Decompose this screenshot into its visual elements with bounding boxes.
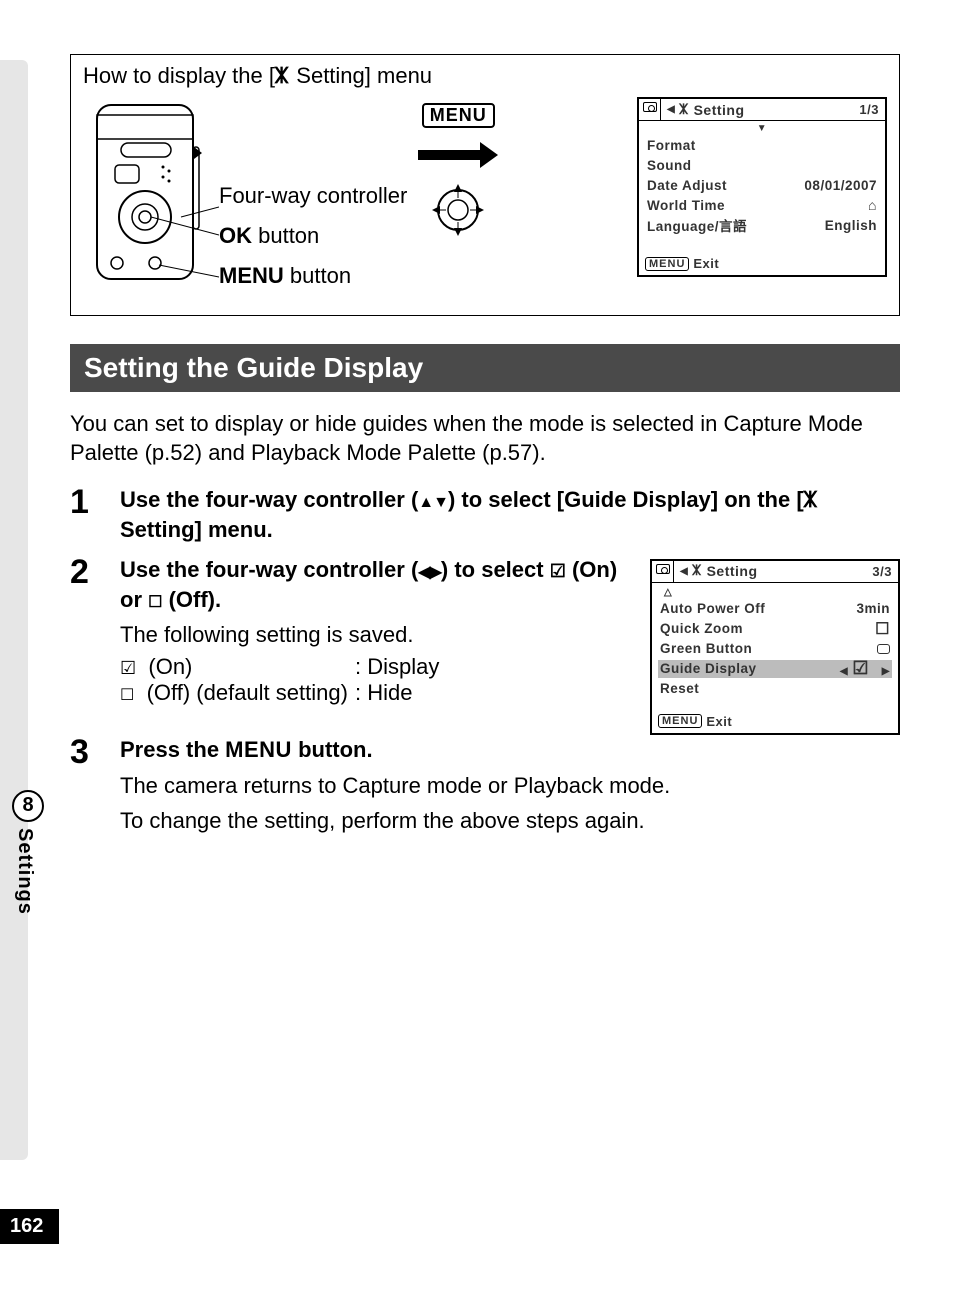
arrow-stack: MENU — [413, 103, 503, 245]
chevron-down-icon — [647, 123, 877, 134]
home-icon: ⌂ — [868, 197, 877, 213]
footer-exit: Exit — [693, 256, 719, 271]
menu-item: Green Button — [660, 641, 752, 656]
triangle-left-icon: ◀ — [667, 104, 675, 115]
step-2: 2 Use the four-way controller (◀▶) to se… — [70, 555, 630, 706]
tab-label: Setting — [694, 102, 745, 118]
intro-text: You can set to display or hide guides wh… — [70, 410, 900, 467]
menu-screen-2: ◀ 𐊌 Setting 3/3 △ Auto Power Off 3min Qui… — [650, 559, 900, 735]
camera-tab-icon — [656, 564, 670, 574]
menu-label: MENU — [422, 103, 495, 128]
checkbox-off-icon: ☐ — [120, 687, 134, 704]
side-strip — [0, 60, 28, 1160]
menu-item: Date Adjust — [647, 178, 727, 193]
tools-icon: 𐊌 — [692, 563, 702, 579]
checkbox-on-icon: ☑ — [852, 658, 869, 678]
chapter-badge: 8 — [12, 790, 44, 822]
step-number: 3 — [70, 735, 100, 836]
callout-menu: MENU button — [219, 263, 407, 289]
step-3: 3 Press the MENU button. The camera retu… — [70, 735, 900, 836]
footer-exit: Exit — [706, 714, 732, 729]
chevron-up-icon: △ — [660, 587, 890, 598]
step-subtext: To change the setting, perform the above… — [120, 806, 900, 836]
menu-item: Auto Power Off — [660, 601, 765, 616]
menu-value: 08/01/2007 — [804, 178, 877, 193]
checkbox-off-icon: ☐ — [875, 619, 890, 639]
menu-value: English — [825, 218, 877, 233]
menu-item: Reset — [660, 681, 699, 696]
page-indicator: 1/3 — [859, 102, 885, 117]
checkbox-on-icon: ☑ — [550, 561, 566, 581]
camera-tab-icon — [643, 102, 657, 112]
triangle-left-icon: ◀ — [840, 666, 848, 677]
howto-box: How to display the [𐊌 Setting] menu — [70, 54, 900, 316]
menu-item: Sound — [647, 158, 692, 173]
dpad-icon — [428, 180, 488, 240]
side-label: Settings — [13, 828, 36, 915]
arrow-right-icon — [418, 150, 498, 160]
menu-label-small: MENU — [645, 257, 689, 271]
menu-item: Quick Zoom — [660, 621, 743, 636]
rounded-square-icon — [877, 644, 890, 654]
callout-fourway: Four-way controller — [219, 183, 407, 209]
menu-item-selected: Guide Display — [660, 661, 757, 676]
menu-item: Language/言語 — [647, 215, 747, 235]
menu-item: Format — [647, 138, 696, 153]
section-heading: Setting the Guide Display — [70, 344, 900, 392]
callout-ok: OK button — [219, 223, 407, 249]
tab-label: Setting — [707, 563, 758, 579]
callouts: Four-way controller OK button MENU butto… — [219, 183, 407, 303]
checkbox-off-icon: ☐ — [148, 594, 162, 611]
value-hide: Hide — [355, 680, 412, 706]
page-indicator: 3/3 — [872, 564, 898, 579]
menu-item: World Time — [647, 198, 725, 213]
tools-icon: 𐊌 — [679, 102, 689, 118]
step-subtext: The camera returns to Capture mode or Pl… — [120, 771, 900, 801]
step-subtext: The following setting is saved. — [120, 620, 630, 650]
page-number: 162 — [0, 1209, 59, 1244]
step-number: 1 — [70, 485, 100, 545]
menu-label-small: MENU — [658, 714, 702, 728]
tools-icon: 𐊌 — [275, 66, 290, 88]
tools-icon: 𐊌 — [804, 490, 819, 512]
triangle-left-icon: ◀ — [680, 566, 688, 577]
checkbox-on-icon: ☑ — [120, 658, 136, 678]
howto-title: How to display the [𐊌 Setting] menu — [83, 63, 887, 89]
menu-screen-1: ◀ 𐊌 Setting 1/3 Format Sound Date Adjust… — [637, 97, 887, 277]
triangle-right-icon: ▶ — [882, 666, 890, 677]
value-display: Display — [355, 654, 439, 680]
camera-drawing — [89, 97, 219, 287]
leftright-icon: ◀▶ — [418, 564, 441, 581]
updown-icon: ▲▼ — [418, 494, 448, 511]
step-1: 1 Use the four-way controller (▲▼) to se… — [70, 485, 900, 545]
step-number: 2 — [70, 555, 100, 706]
menu-value: 3min — [856, 601, 890, 616]
